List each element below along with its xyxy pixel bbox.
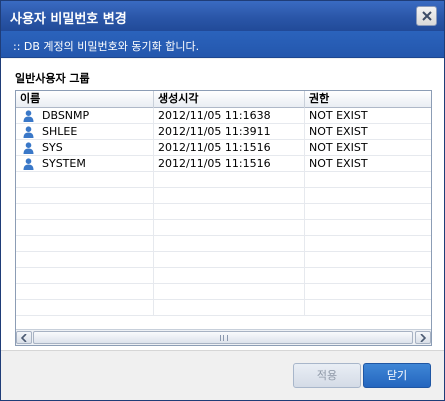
info-text: :: DB 계정의 비밀번호와 동기화 합니다.	[13, 40, 200, 53]
grip-icon	[220, 335, 228, 341]
table-row[interactable]: SYS 2012/11/05 11:1516 NOT EXIST	[16, 140, 431, 156]
user-name: SHLEE	[42, 125, 78, 138]
user-icon	[23, 158, 34, 170]
cell-name: SHLEE	[16, 124, 154, 140]
info-banner: :: DB 계정의 비밀번호와 동기화 합니다.	[1, 31, 444, 58]
section-title: 일반사용자 그룹	[15, 72, 90, 85]
column-header-name[interactable]: 이름	[16, 91, 154, 108]
table-row[interactable]: SYSTEM 2012/11/05 11:1516 NOT EXIST	[16, 156, 431, 172]
apply-button[interactable]: 적용	[293, 363, 361, 388]
close-window-button[interactable]	[416, 6, 437, 26]
cell-permission: NOT EXIST	[309, 109, 368, 122]
horizontal-scrollbar[interactable]	[16, 329, 431, 345]
table-body: DBSNMP 2012/11/05 11:1638 NOT EXIST SHLE…	[16, 108, 431, 316]
user-icon	[23, 126, 34, 138]
scroll-left-button[interactable]	[16, 331, 32, 344]
empty-row	[16, 284, 431, 300]
user-name: SYSTEM	[42, 157, 86, 170]
cell-created: 2012/11/05 11:3911	[154, 124, 305, 140]
table-header: 이름 생성시각 권한	[16, 91, 431, 108]
user-icon	[23, 110, 34, 122]
close-button[interactable]: 닫기	[363, 363, 431, 388]
empty-row	[16, 236, 431, 252]
user-name: DBSNMP	[42, 109, 90, 122]
empty-row	[16, 252, 431, 268]
cell-created: 2012/11/05 11:1516	[154, 156, 305, 172]
close-icon	[422, 11, 432, 21]
chevron-right-icon	[420, 334, 426, 342]
dialog-footer: 적용 닫기	[1, 350, 444, 400]
table-row[interactable]: SHLEE 2012/11/05 11:3911 NOT EXIST	[16, 124, 431, 140]
scroll-right-button[interactable]	[415, 331, 431, 344]
cell-permission: NOT EXIST	[309, 125, 368, 138]
cell-permission: NOT EXIST	[309, 157, 368, 170]
cell-permission: NOT EXIST	[309, 141, 368, 154]
content-panel: 일반사용자 그룹 이름 생성시각 권한 DBSNMP 2012/11/05 11…	[1, 59, 444, 350]
empty-row	[16, 220, 431, 236]
title-bar: 사용자 비밀번호 변경	[1, 1, 444, 31]
cell-name: DBSNMP	[16, 108, 154, 124]
chevron-left-icon	[21, 334, 27, 342]
dialog-title: 사용자 비밀번호 변경	[10, 12, 127, 27]
cell-created: 2012/11/05 11:1516	[154, 140, 305, 156]
user-icon	[23, 142, 34, 154]
empty-row	[16, 268, 431, 284]
user-name: SYS	[42, 141, 63, 154]
empty-row	[16, 204, 431, 220]
table-row[interactable]: DBSNMP 2012/11/05 11:1638 NOT EXIST	[16, 108, 431, 124]
column-header-permission[interactable]: 권한	[305, 91, 431, 108]
empty-row	[16, 188, 431, 204]
cell-created: 2012/11/05 11:1638	[154, 108, 305, 124]
column-header-created[interactable]: 생성시각	[154, 91, 305, 108]
empty-row	[16, 300, 431, 316]
user-table: 이름 생성시각 권한 DBSNMP 2012/11/05 11:1638 NOT	[15, 90, 432, 346]
empty-row	[16, 172, 431, 188]
change-user-password-dialog: 사용자 비밀번호 변경 :: DB 계정의 비밀번호와 동기화 합니다. 일반사…	[0, 0, 445, 401]
cell-name: SYS	[16, 140, 154, 156]
scroll-thumb[interactable]	[33, 331, 413, 344]
cell-name: SYSTEM	[16, 156, 154, 172]
